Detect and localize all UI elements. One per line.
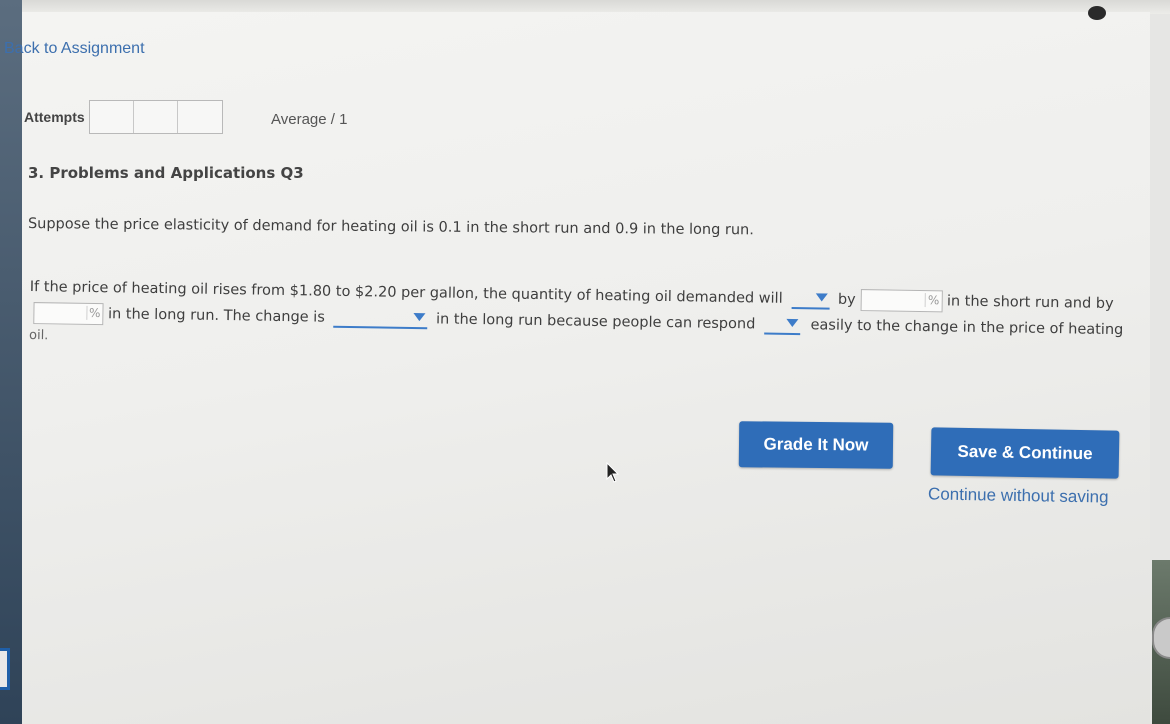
chevron-down-icon [413, 313, 426, 322]
demand-direction-dropdown[interactable] [791, 288, 830, 310]
attempt-box [89, 101, 134, 133]
short-run-label: in the short run and by [946, 293, 1114, 313]
mouse-cursor-icon [606, 462, 620, 483]
response-ease-dropdown[interactable] [763, 314, 801, 336]
percent-symbol: % [85, 305, 101, 321]
attempt-box [133, 101, 178, 133]
long-run-label: in the long run. The change is [107, 306, 325, 326]
long-run-percent-input[interactable]: % [33, 302, 104, 326]
chevron-down-icon [785, 318, 799, 328]
because-label: in the long run because people can respo… [435, 311, 756, 333]
attempts-label: Attempts [24, 109, 85, 125]
grade-it-now-button[interactable]: Grade It Now [738, 421, 894, 469]
attempts-row: Attempts [24, 100, 223, 134]
left-screen-frame [0, 0, 22, 724]
chevron-down-icon [815, 293, 828, 302]
easily-label: easily to the change in the price of hea… [810, 317, 1124, 339]
camera-dot [1088, 6, 1106, 20]
by-label: by [837, 291, 856, 308]
save-and-continue-button[interactable]: Save & Continue [930, 427, 1120, 479]
attempt-box [177, 101, 222, 133]
question-title: 3. Problems and Applications Q3 [28, 164, 304, 182]
percent-symbol: % [924, 293, 940, 308]
continue-without-saving-link[interactable]: Continue without saving [928, 484, 1109, 507]
left-side-tab[interactable] [0, 648, 10, 690]
question-tail: oil. [28, 327, 49, 344]
change-size-dropdown[interactable] [333, 307, 428, 330]
short-run-percent-input[interactable]: % [860, 289, 943, 313]
back-to-assignment-link[interactable]: Back to Assignment [4, 40, 145, 58]
average-label: Average / 1 [271, 111, 348, 128]
attempt-boxes [88, 100, 223, 134]
